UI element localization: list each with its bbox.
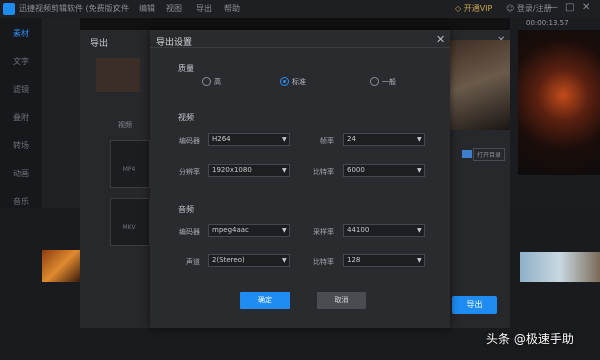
- maximize-button[interactable]: □: [565, 2, 574, 13]
- sidebar-item-text[interactable]: 文字: [0, 56, 42, 67]
- preview-image: [518, 30, 600, 175]
- cancel-button[interactable]: 取消: [317, 292, 366, 309]
- sidebar-item-transition[interactable]: 转场: [0, 140, 42, 151]
- format-card-mkv[interactable]: [110, 198, 150, 246]
- chevron-down-icon: ▼: [282, 227, 287, 234]
- app-title: 迅捷视频剪辑软件 (免费版): [19, 4, 116, 13]
- export-settings-dialog: [150, 30, 450, 328]
- video-bitrate-label: 比特率: [313, 168, 334, 176]
- diamond-icon: ◇: [455, 4, 464, 13]
- vip-button[interactable]: ◇ 开通VIP: [455, 3, 492, 14]
- export-dialog-title: 导出: [90, 39, 109, 49]
- audio-encoder-label: 编码器: [179, 228, 200, 236]
- video-bitrate-select[interactable]: 6000: [343, 164, 425, 177]
- audio-encoder-select[interactable]: mpeg4aac: [208, 224, 290, 237]
- format-card-mp4[interactable]: [110, 140, 150, 188]
- export-button[interactable]: 导出: [452, 296, 497, 314]
- quality-radio-normal[interactable]: [370, 77, 379, 86]
- close-icon[interactable]: ✕: [436, 33, 445, 46]
- format-label-mkv: MKV: [122, 224, 136, 231]
- sidebar-item-overlay[interactable]: 叠附: [0, 112, 42, 123]
- watermark: 头条 @极速手助: [486, 332, 574, 346]
- video-thumbnail: [96, 58, 140, 92]
- timeline-clip[interactable]: [520, 252, 600, 282]
- sidebar-item-animation[interactable]: 动画: [0, 168, 42, 179]
- chevron-down-icon: ▼: [282, 257, 287, 264]
- timeline-clip[interactable]: [42, 250, 80, 282]
- minimize-button[interactable]: —: [548, 2, 558, 13]
- folder-icon[interactable]: [462, 150, 472, 158]
- chevron-down-icon: ▼: [417, 136, 422, 143]
- ok-button[interactable]: 确定: [240, 292, 290, 309]
- video-encoder-select[interactable]: H264: [208, 133, 290, 146]
- chevron-down-icon: ▼: [417, 167, 422, 174]
- menu-file[interactable]: 文件: [113, 3, 129, 14]
- chevron-down-icon: ▼: [282, 167, 287, 174]
- login-button[interactable]: ☺ 登录/注册: [506, 3, 552, 14]
- video-resolution-select[interactable]: 1920x1080: [208, 164, 290, 177]
- chevron-down-icon: ▼: [417, 227, 422, 234]
- video-framerate-label: 帧率: [320, 137, 334, 145]
- quality-section-title: 质量: [178, 64, 194, 73]
- tab-video[interactable]: 视频: [118, 120, 132, 130]
- menu-view[interactable]: 视图: [166, 3, 182, 14]
- audio-samplerate-select[interactable]: 44100: [343, 224, 425, 237]
- menu-export[interactable]: 导出: [196, 3, 212, 14]
- chevron-down-icon: ▼: [282, 136, 287, 143]
- dialog-divider: [150, 47, 450, 48]
- app-logo-icon: [3, 3, 15, 15]
- user-icon: ☺: [506, 4, 517, 13]
- video-framerate-select[interactable]: 24: [343, 133, 425, 146]
- video-resolution-label: 分辨率: [179, 168, 200, 176]
- audio-channel-select[interactable]: 2(Stereo): [208, 254, 290, 267]
- quality-label-standard: 标准: [292, 78, 306, 86]
- sidebar-item-music[interactable]: 音乐: [0, 196, 42, 207]
- audio-samplerate-label: 采样率: [313, 228, 334, 236]
- preview-time: 00:00:13.57: [526, 19, 569, 27]
- format-label-mp4: MP4: [122, 166, 136, 173]
- video-section-title: 视频: [178, 113, 194, 122]
- menu-edit[interactable]: 编辑: [139, 3, 155, 14]
- open-folder-button[interactable]: 打开目录: [473, 148, 506, 161]
- video-encoder-label: 编码器: [179, 137, 200, 145]
- sidebar-item-filter[interactable]: 滤镜: [0, 84, 42, 95]
- media-panel: [42, 18, 80, 210]
- quality-radio-standard[interactable]: [280, 77, 289, 86]
- sidebar-item-media[interactable]: 素材: [0, 28, 42, 39]
- window-close-button[interactable]: ✕: [582, 2, 590, 13]
- audio-bitrate-select[interactable]: 128: [343, 254, 425, 267]
- quality-radio-high[interactable]: [202, 77, 211, 86]
- menu-help[interactable]: 帮助: [224, 3, 240, 14]
- quality-label-normal: 一般: [382, 78, 396, 86]
- audio-section-title: 音频: [178, 205, 194, 214]
- audio-bitrate-label: 比特率: [313, 258, 334, 266]
- audio-channel-label: 声道: [186, 258, 200, 266]
- quality-label-high: 高: [214, 78, 221, 86]
- chevron-down-icon: ▼: [417, 257, 422, 264]
